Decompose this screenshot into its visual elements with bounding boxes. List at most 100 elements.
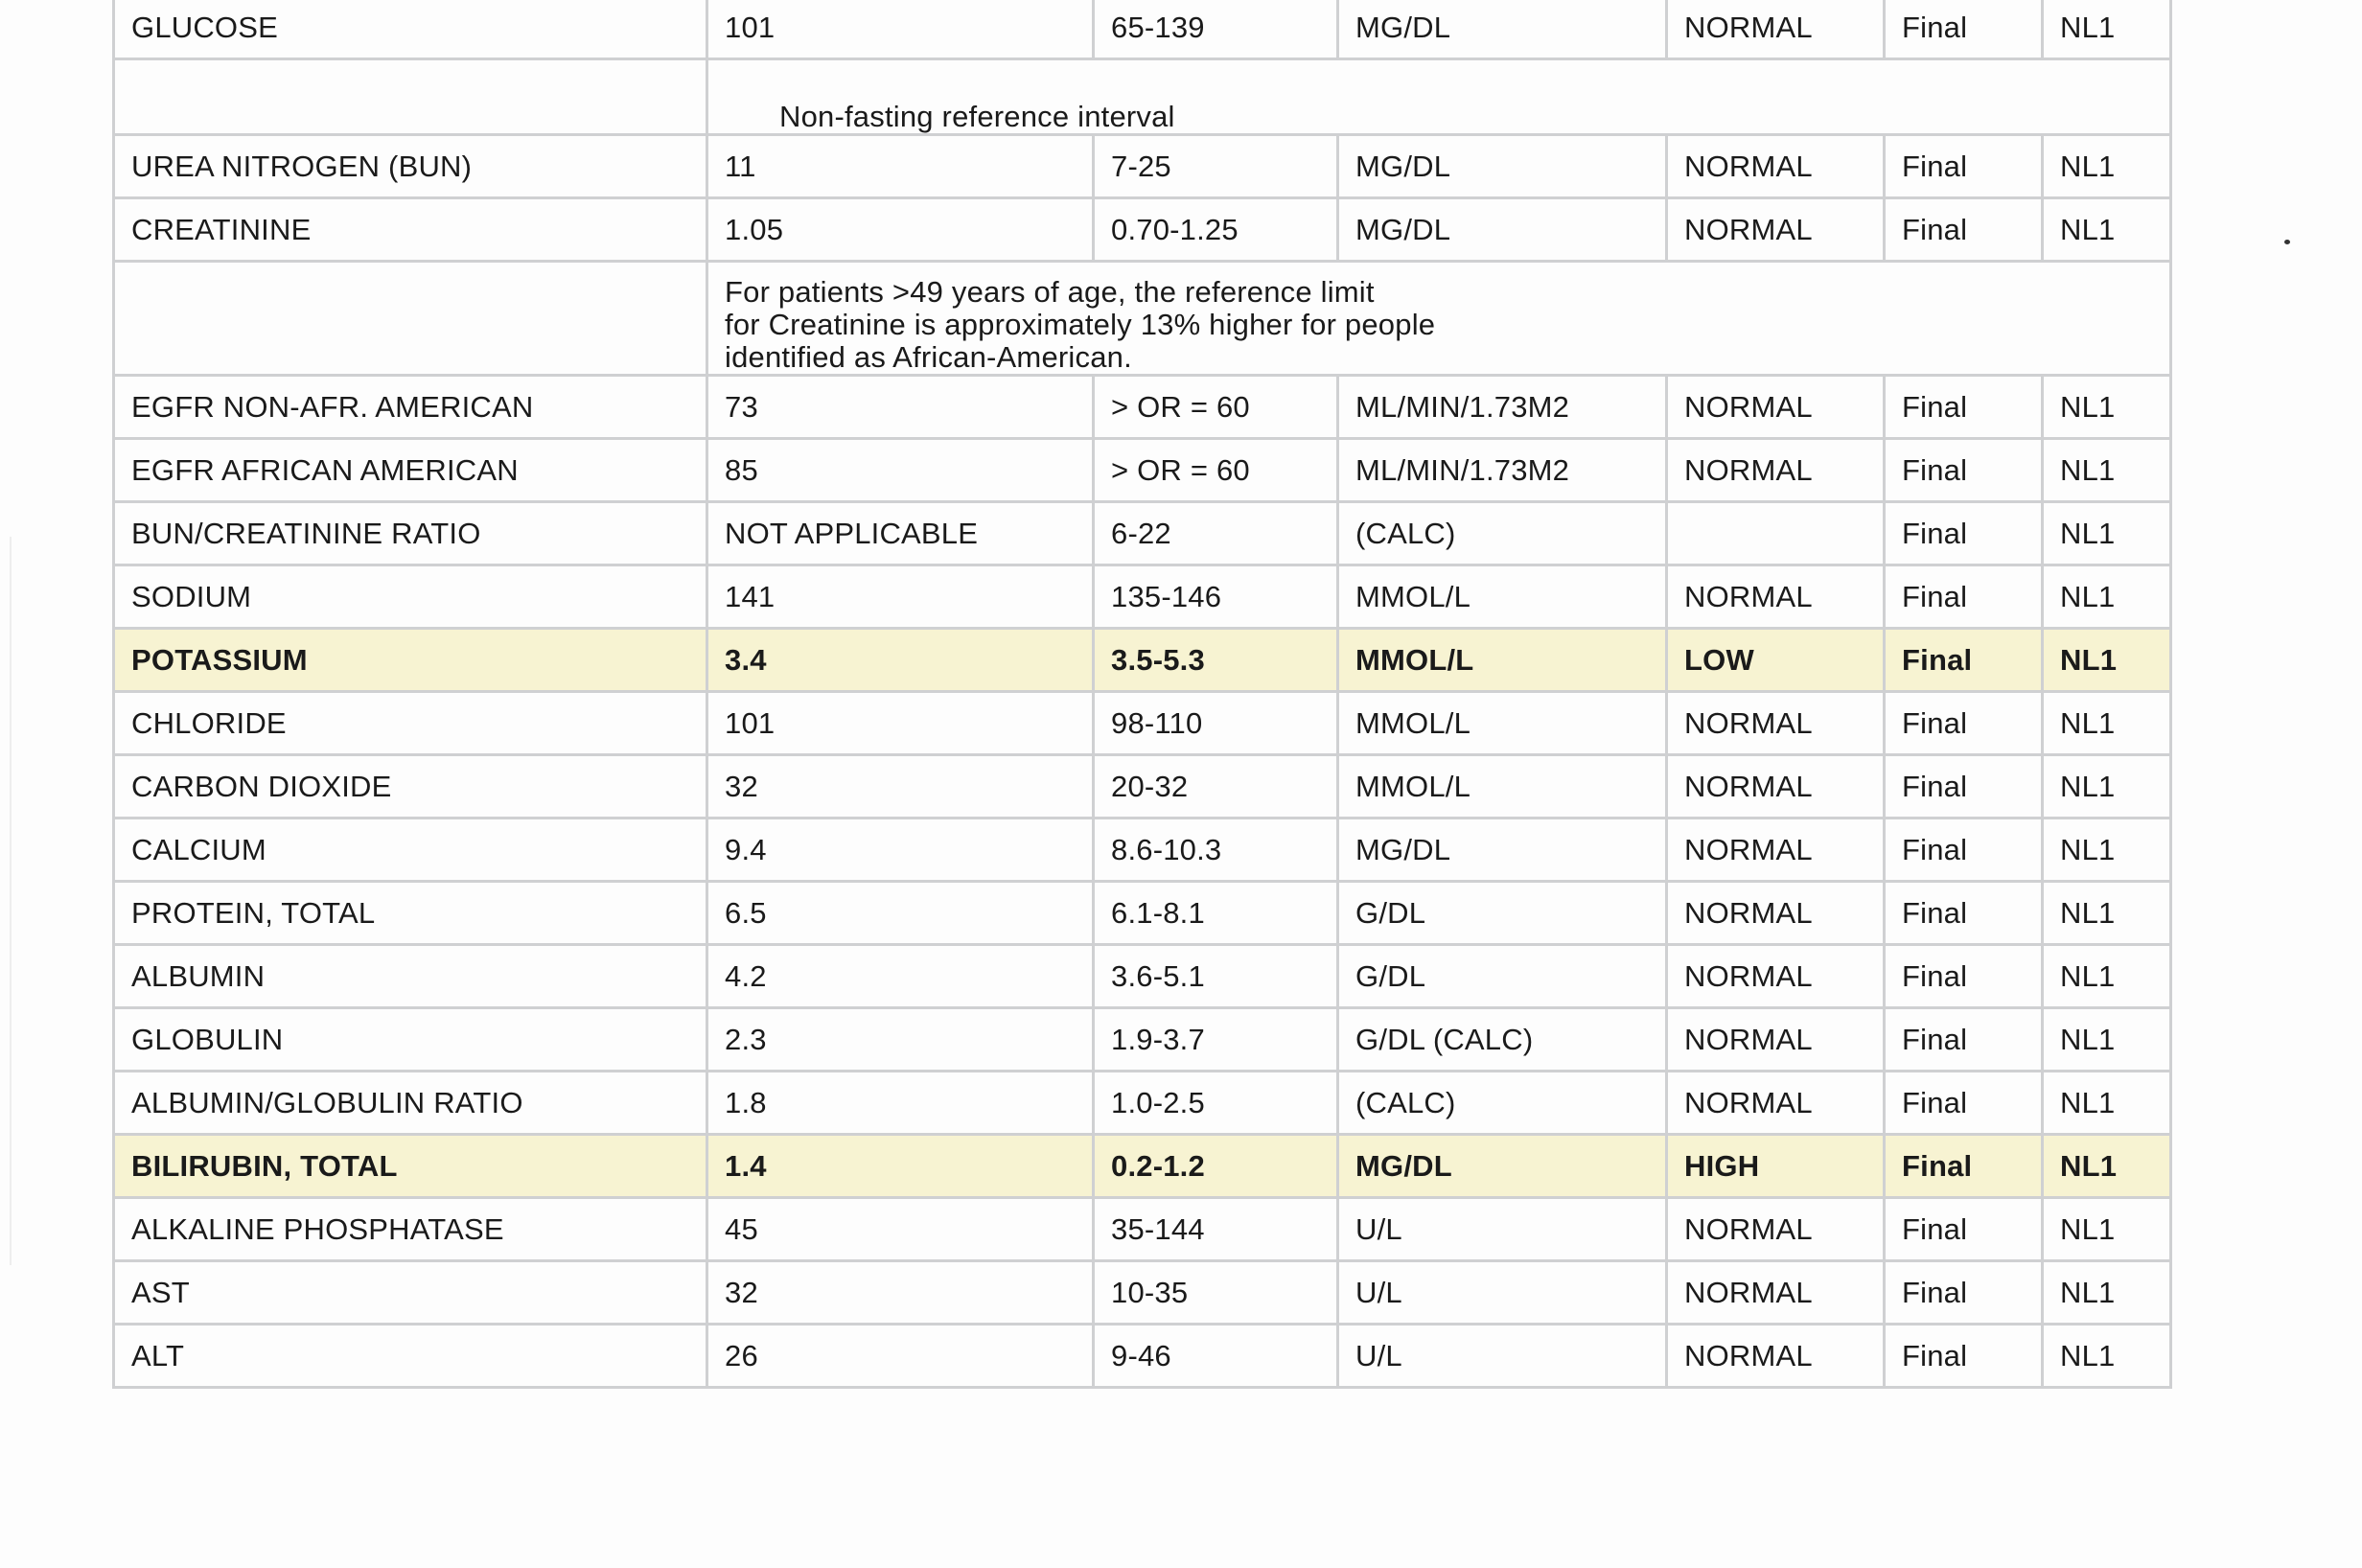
status-cell: Final — [1883, 690, 2044, 756]
flag-cell: NORMAL — [1665, 1259, 1886, 1326]
units-cell: ML/MIN/1.73M2 — [1336, 437, 1668, 503]
units-cell: MMOL/L — [1336, 627, 1668, 693]
units-cell: G/DL (CALC) — [1336, 1006, 1668, 1072]
status-cell: Final — [1883, 437, 2044, 503]
test-name-cell: UREA NITROGEN (BUN) — [112, 133, 708, 199]
reference-comment-text: Non-fasting reference interval — [779, 100, 1175, 133]
result-value-cell: 101 — [706, 690, 1095, 756]
flag-cell: NORMAL — [1665, 753, 1886, 819]
status-cell: Final — [1883, 0, 2044, 60]
result-value-cell: 1.8 — [706, 1070, 1095, 1136]
units-cell: MG/DL — [1336, 1133, 1668, 1199]
lab-code-cell: NL1 — [2041, 1259, 2172, 1326]
status-cell: Final — [1883, 627, 2044, 693]
status-cell: Final — [1883, 1006, 2044, 1072]
status-cell: Final — [1883, 1196, 2044, 1262]
reference-range-cell: 6.1-8.1 — [1092, 880, 1339, 946]
scan-speck — [2284, 240, 2290, 244]
result-row: GLOBULIN 2.3 1.9-3.7 G/DL (CALC) NORMAL Final… — [112, 1006, 2172, 1072]
units-cell: G/DL — [1336, 880, 1668, 946]
result-row: CHLORIDE 101 98-110 MMOL/L NORMAL Final NL1 — [112, 690, 2172, 756]
result-row: SODIUM 141 135-146 MMOL/L NORMAL Final NL1 — [112, 564, 2172, 630]
result-value-cell: 1.4 — [706, 1133, 1095, 1199]
units-cell: G/DL — [1336, 943, 1668, 1009]
reference-range-cell: 35-144 — [1092, 1196, 1339, 1262]
comment-row: Non-fasting reference interval — [112, 58, 2172, 136]
flag-cell: NORMAL — [1665, 943, 1886, 1009]
result-value-cell: NOT APPLICABLE — [706, 500, 1095, 566]
result-value-cell: 73 — [706, 374, 1095, 440]
lab-code-cell: NL1 — [2041, 753, 2172, 819]
test-name-cell: EGFR AFRICAN AMERICAN — [112, 437, 708, 503]
test-name-cell: BUN/CREATININE RATIO — [112, 500, 708, 566]
flag-cell: NORMAL — [1665, 133, 1886, 199]
status-cell: Final — [1883, 943, 2044, 1009]
lab-code-cell: NL1 — [2041, 690, 2172, 756]
reference-range-cell: 0.2-1.2 — [1092, 1133, 1339, 1199]
lab-code-cell: NL1 — [2041, 1006, 2172, 1072]
test-name-cell: GLUCOSE — [112, 0, 708, 60]
comment-spacer-cell — [112, 58, 708, 136]
units-cell: U/L — [1336, 1323, 1668, 1389]
flag-cell: NORMAL — [1665, 437, 1886, 503]
result-row: BUN/CREATININE RATIO NOT APPLICABLE 6-22 (C… — [112, 500, 2172, 566]
flag-cell: NORMAL — [1665, 0, 1886, 60]
units-cell: MMOL/L — [1336, 564, 1668, 630]
reference-range-cell: 10-35 — [1092, 1259, 1339, 1326]
lab-code-cell: NL1 — [2041, 817, 2172, 883]
reference-range-cell: > OR = 60 — [1092, 374, 1339, 440]
status-cell: Final — [1883, 1323, 2044, 1389]
units-cell: U/L — [1336, 1259, 1668, 1326]
flag-cell: NORMAL — [1665, 1006, 1886, 1072]
flag-cell: NORMAL — [1665, 880, 1886, 946]
lab-code-cell: NL1 — [2041, 0, 2172, 60]
result-value-cell: 3.4 — [706, 627, 1095, 693]
units-cell: (CALC) — [1336, 1070, 1668, 1136]
result-row: CREATININE 1.05 0.70-1.25 MG/DL NORMAL Final N… — [112, 196, 2172, 263]
flag-cell: HIGH — [1665, 1133, 1886, 1199]
reference-range-cell: 8.6-10.3 — [1092, 817, 1339, 883]
abnormal-result-row: POTASSIUM 3.4 3.5-5.3 MMOL/L LOW Final NL1 — [112, 627, 2172, 693]
flag-cell: NORMAL — [1665, 564, 1886, 630]
test-name-cell: AST — [112, 1259, 708, 1326]
result-row: ALBUMIN/GLOBULIN RATIO 1.8 1.0-2.5 (CALC) NO… — [112, 1070, 2172, 1136]
result-value-cell: 11 — [706, 133, 1095, 199]
test-name-cell: EGFR NON-AFR. AMERICAN — [112, 374, 708, 440]
result-value-cell: 141 — [706, 564, 1095, 630]
status-cell: Final — [1883, 564, 2044, 630]
reference-range-cell: 98-110 — [1092, 690, 1339, 756]
units-cell: MG/DL — [1336, 0, 1668, 60]
test-name-cell: GLOBULIN — [112, 1006, 708, 1072]
flag-cell: NORMAL — [1665, 1196, 1886, 1262]
test-name-cell: BILIRUBIN, TOTAL — [112, 1133, 708, 1199]
result-value-cell: 6.5 — [706, 880, 1095, 946]
lab-results-table: GLUCOSE 101 65-139 MG/DL NORMAL Final NL1 Non-f… — [112, 0, 2172, 1389]
units-cell: (CALC) — [1336, 500, 1668, 566]
result-row: PROTEIN, TOTAL 6.5 6.1-8.1 G/DL NORMAL Final N… — [112, 880, 2172, 946]
test-name-cell: ALKALINE PHOSPHATASE — [112, 1196, 708, 1262]
status-cell: Final — [1883, 374, 2044, 440]
result-value-cell: 32 — [706, 753, 1095, 819]
abnormal-result-row: BILIRUBIN, TOTAL 1.4 0.2-1.2 MG/DL HIGH Final… — [112, 1133, 2172, 1199]
test-name-cell: CALCIUM — [112, 817, 708, 883]
lab-code-cell: NL1 — [2041, 196, 2172, 263]
units-cell: MMOL/L — [1336, 753, 1668, 819]
comment-spacer-cell — [112, 260, 708, 377]
units-cell: MMOL/L — [1336, 690, 1668, 756]
test-name-cell: CHLORIDE — [112, 690, 708, 756]
result-value-cell: 101 — [706, 0, 1095, 60]
reference-range-cell: 9-46 — [1092, 1323, 1339, 1389]
flag-cell: NORMAL — [1665, 196, 1886, 263]
lab-code-cell: NL1 — [2041, 437, 2172, 503]
result-value-cell: 45 — [706, 1196, 1095, 1262]
lab-code-cell: NL1 — [2041, 1196, 2172, 1262]
reference-range-cell: 1.0-2.5 — [1092, 1070, 1339, 1136]
flag-cell: NORMAL — [1665, 1323, 1886, 1389]
comment-row: For patients >49 years of age, the refer… — [112, 260, 2172, 377]
result-value-cell: 9.4 — [706, 817, 1095, 883]
lab-code-cell: NL1 — [2041, 1070, 2172, 1136]
status-cell: Final — [1883, 817, 2044, 883]
reference-range-cell: 1.9-3.7 — [1092, 1006, 1339, 1072]
status-cell: Final — [1883, 196, 2044, 263]
units-cell: ML/MIN/1.73M2 — [1336, 374, 1668, 440]
